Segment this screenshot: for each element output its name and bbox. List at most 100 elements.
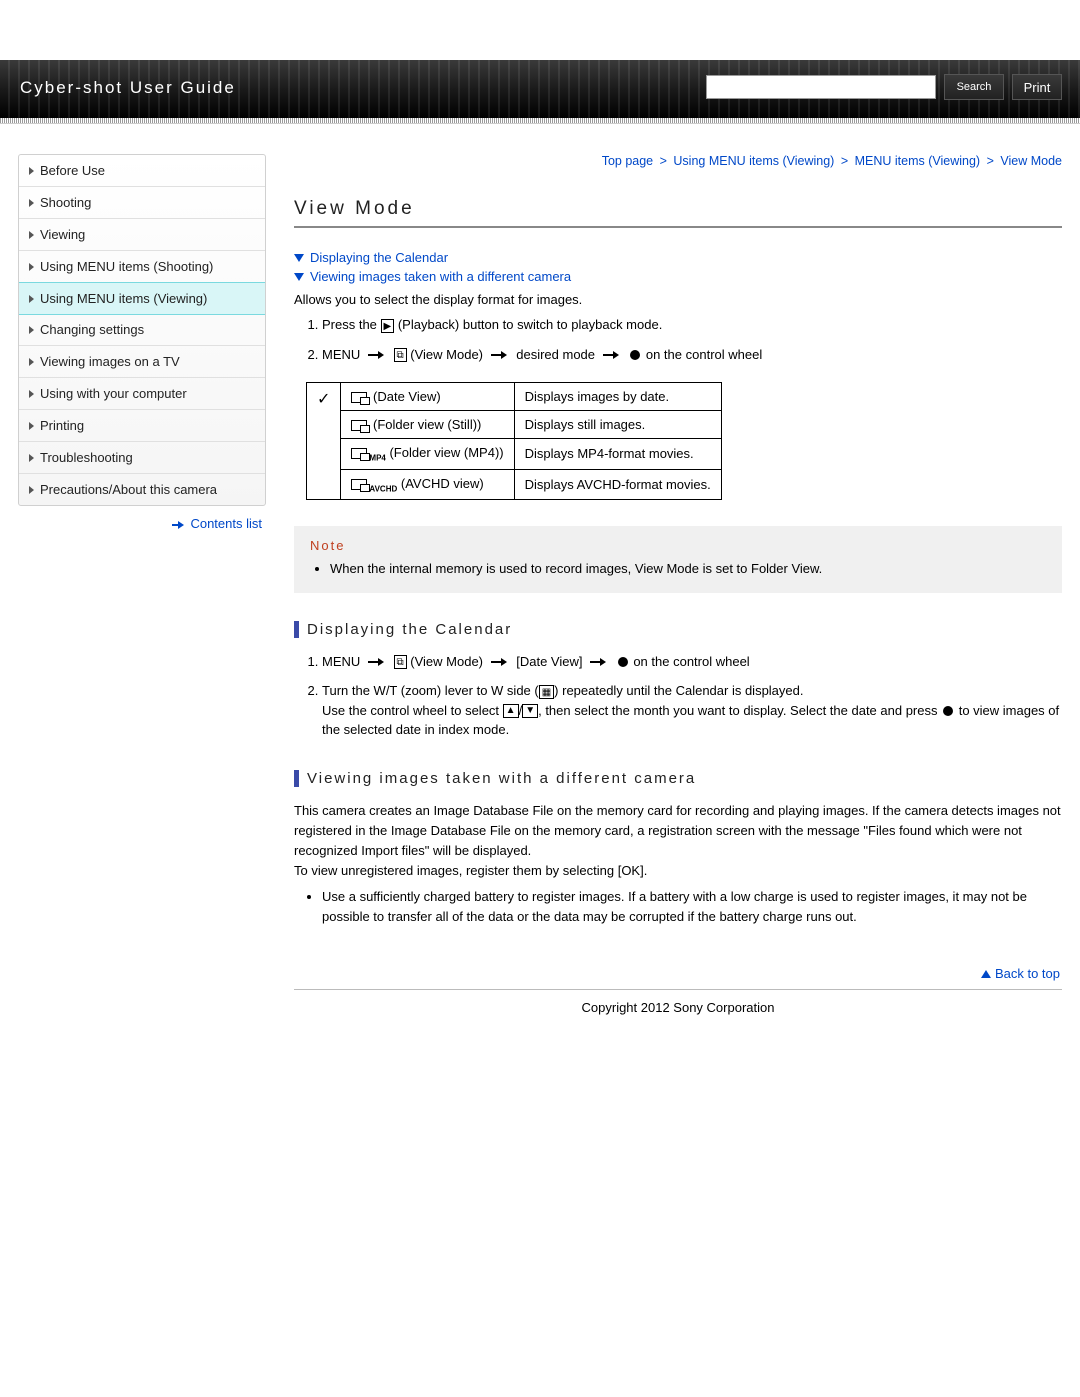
arrow-icon xyxy=(603,351,621,359)
center-button-icon xyxy=(943,706,953,716)
breadcrumb-link[interactable]: Top page xyxy=(602,154,653,168)
sidebar-item-precautions[interactable]: Precautions/About this camera xyxy=(19,474,265,505)
caret-right-icon xyxy=(29,263,34,271)
caret-right-icon xyxy=(29,295,34,303)
contents-list-link[interactable]: Contents list xyxy=(190,516,262,531)
app-title: Cyber-shot User Guide xyxy=(20,78,236,98)
sidebar-item-label: Using with your computer xyxy=(40,386,187,401)
caret-right-icon xyxy=(29,199,34,207)
header-bar: Cyber-shot User Guide Search Print xyxy=(0,60,1080,118)
section-title-different-camera: Viewing images taken with a different ca… xyxy=(294,770,1062,787)
sec2-p1: This camera creates an Image Database Fi… xyxy=(294,801,1062,861)
sidebar-item-computer[interactable]: Using with your computer xyxy=(19,378,265,410)
mode-name-cell: (Folder view (Still)) xyxy=(341,411,514,439)
breadcrumb-sep: > xyxy=(660,154,667,168)
sidebar-item-menu-viewing[interactable]: Using MENU items (Viewing) xyxy=(18,282,266,315)
intro-text: Allows you to select the display format … xyxy=(294,292,1062,307)
view-mode-icon: ⧉ xyxy=(394,655,407,669)
mode-name-cell: MP4 (Folder view (MP4)) xyxy=(341,439,514,470)
table-row: AVCHD (AVCHD view) Displays AVCHD-format… xyxy=(307,469,722,500)
print-button[interactable]: Print xyxy=(1012,74,1062,100)
arrow-icon xyxy=(491,351,509,359)
date-view-icon xyxy=(351,392,367,403)
check-cell: ✓ xyxy=(307,383,341,500)
center-button-icon xyxy=(630,350,640,360)
sec2-bullet: Use a sufficiently charged battery to re… xyxy=(322,887,1062,927)
main-content: Top page > Using MENU items (Viewing) > … xyxy=(294,154,1062,1075)
calendar-step-1: MENU ⧉ (View Mode) [Date View] on the co… xyxy=(322,652,1062,672)
sidebar-item-label: Viewing xyxy=(40,227,85,242)
sidebar-item-label: Shooting xyxy=(40,195,91,210)
sidebar-item-label: Using MENU items (Shooting) xyxy=(40,259,213,274)
mode-name-cell: (Date View) xyxy=(341,383,514,411)
mode-desc-cell: Displays still images. xyxy=(514,411,721,439)
caret-right-icon xyxy=(29,326,34,334)
calendar-step-2: Turn the W/T (zoom) lever to W side (▦) … xyxy=(322,681,1062,740)
triangle-up-icon xyxy=(981,970,991,978)
arrow-icon xyxy=(368,351,386,359)
sidebar-item-label: Before Use xyxy=(40,163,105,178)
sidebar-item-changing-settings[interactable]: Changing settings xyxy=(19,314,265,346)
view-mode-icon: ⧉ xyxy=(394,348,407,362)
search-button[interactable]: Search xyxy=(944,74,1004,100)
copyright-text: Copyright 2012 Sony Corporation xyxy=(582,1000,775,1015)
back-to-top-row: Back to top xyxy=(294,958,1062,990)
sidebar-item-viewing[interactable]: Viewing xyxy=(19,219,265,251)
breadcrumb: Top page > Using MENU items (Viewing) > … xyxy=(294,154,1062,168)
sidebar-item-shooting[interactable]: Shooting xyxy=(19,187,265,219)
center-button-icon xyxy=(618,657,628,667)
table-row: MP4 (Folder view (MP4)) Displays MP4-for… xyxy=(307,439,722,470)
up-icon: ▲ xyxy=(503,704,519,718)
caret-right-icon xyxy=(29,231,34,239)
breadcrumb-link[interactable]: Using MENU items (Viewing) xyxy=(673,154,834,168)
folder-mp4-icon xyxy=(351,448,367,459)
note-box: Note When the internal memory is used to… xyxy=(294,526,1062,593)
sidebar-item-printing[interactable]: Printing xyxy=(19,410,265,442)
header-controls: Search Print xyxy=(706,74,1062,100)
step-1: Press the ▶ (Playback) button to switch … xyxy=(322,315,1062,335)
down-icon: ▼ xyxy=(522,704,538,718)
table-row: ✓ (Date View) Displays images by date. xyxy=(307,383,722,411)
breadcrumb-current: View Mode xyxy=(1000,154,1062,168)
arrow-icon xyxy=(491,658,509,666)
anchor-link-different-camera[interactable]: Viewing images taken with a different ca… xyxy=(310,269,571,284)
page-title: View Mode xyxy=(294,198,1062,228)
anchor-link-calendar[interactable]: Displaying the Calendar xyxy=(310,250,448,265)
section-title-calendar: Displaying the Calendar xyxy=(294,621,1062,638)
folder-still-icon xyxy=(351,420,367,431)
triangle-down-icon xyxy=(294,273,304,281)
caret-right-icon xyxy=(29,486,34,494)
back-to-top-link[interactable]: Back to top xyxy=(995,966,1060,981)
caret-right-icon xyxy=(29,422,34,430)
arrow-right-icon xyxy=(172,521,186,529)
caret-right-icon xyxy=(29,167,34,175)
breadcrumb-sep: > xyxy=(987,154,994,168)
playback-icon: ▶ xyxy=(381,319,395,333)
sidebar-item-menu-shooting[interactable]: Using MENU items (Shooting) xyxy=(19,251,265,283)
search-input[interactable] xyxy=(706,75,936,99)
breadcrumb-sep: > xyxy=(841,154,848,168)
caret-right-icon xyxy=(29,454,34,462)
triangle-down-icon xyxy=(294,254,304,262)
main-steps: Press the ▶ (Playback) button to switch … xyxy=(294,315,1062,364)
sidebar-item-label: Troubleshooting xyxy=(40,450,133,465)
breadcrumb-link[interactable]: MENU items (Viewing) xyxy=(855,154,981,168)
index-icon: ▦ xyxy=(539,685,554,699)
sidebar-item-label: Printing xyxy=(40,418,84,433)
note-title: Note xyxy=(310,538,1046,553)
sidebar-item-label: Precautions/About this camera xyxy=(40,482,217,497)
avchd-icon xyxy=(351,479,367,490)
sidebar-item-before-use[interactable]: Before Use xyxy=(19,155,265,187)
caret-right-icon xyxy=(29,358,34,366)
table-row: (Folder view (Still)) Displays still ima… xyxy=(307,411,722,439)
anchor-link-row: Viewing images taken with a different ca… xyxy=(294,269,1062,284)
sidebar-item-tv[interactable]: Viewing images on a TV xyxy=(19,346,265,378)
caret-right-icon xyxy=(29,390,34,398)
arrow-icon xyxy=(590,658,608,666)
mode-desc-cell: Displays images by date. xyxy=(514,383,721,411)
section-body-different-camera: This camera creates an Image Database Fi… xyxy=(294,801,1062,928)
sidebar-item-label: Viewing images on a TV xyxy=(40,354,180,369)
anchor-link-row: Displaying the Calendar xyxy=(294,250,1062,265)
side-nav: Before Use Shooting Viewing Using MENU i… xyxy=(18,154,266,506)
sidebar-item-troubleshooting[interactable]: Troubleshooting xyxy=(19,442,265,474)
